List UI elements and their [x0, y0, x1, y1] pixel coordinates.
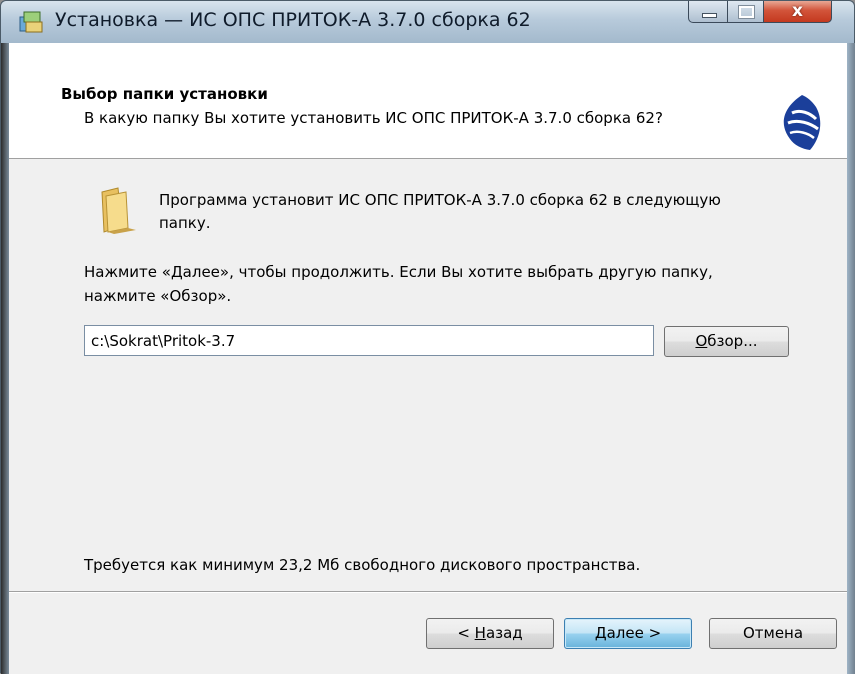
maximize-button[interactable] [728, 1, 764, 23]
title-bar[interactable]: Установка — ИС ОПС ПРИТОК-А 3.7.0 сборка… [1, 1, 854, 43]
back-label: азад [485, 624, 523, 642]
installer-window: Установка — ИС ОПС ПРИТОК-А 3.7.0 сборка… [0, 0, 855, 674]
window-title: Установка — ИС ОПС ПРИТОК-А 3.7.0 сборка… [55, 9, 531, 31]
installer-package-icon [17, 9, 45, 35]
back-button[interactable]: < Назад [426, 618, 554, 649]
close-icon: x [792, 1, 803, 21]
page-subtitle: В какую папку Вы хотите установить ИС ОП… [84, 109, 663, 127]
info-text-line-1: Программа установит ИС ОПС ПРИТОК-А 3.7.… [159, 191, 721, 209]
minimize-button[interactable] [688, 1, 728, 23]
wizard-header: Выбор папки установки В какую папку Вы х… [9, 43, 847, 159]
disk-space-requirement: Требуется как минимум 23,2 Мб свободного… [84, 556, 641, 574]
browse-label: бзор... [707, 332, 758, 350]
window-frame-right [847, 43, 855, 674]
window-frame-left [1, 43, 9, 674]
install-path-input[interactable] [84, 325, 654, 356]
window-controls: x [688, 1, 832, 23]
hint-text-line-2: нажмите «Обзор». [84, 287, 232, 305]
browse-hotkey: О [695, 332, 708, 350]
page-title: Выбор папки установки [61, 85, 268, 103]
browse-button[interactable]: Обзор... [664, 326, 789, 357]
back-prefix: < [457, 624, 475, 642]
close-button[interactable]: x [764, 1, 832, 23]
hint-text-line-1: Нажмите «Далее», чтобы продолжить. Если … [84, 263, 713, 281]
folder-icon [92, 186, 142, 234]
footer-separator [9, 591, 847, 593]
next-button[interactable]: Далее > [564, 618, 692, 649]
pritok-logo [772, 93, 827, 151]
wizard-page: Выбор папки установки В какую папку Вы х… [9, 43, 847, 674]
back-hotkey: Н [474, 624, 486, 642]
cancel-button[interactable]: Отмена [709, 618, 837, 649]
info-text-line-2: папку. [159, 214, 211, 232]
